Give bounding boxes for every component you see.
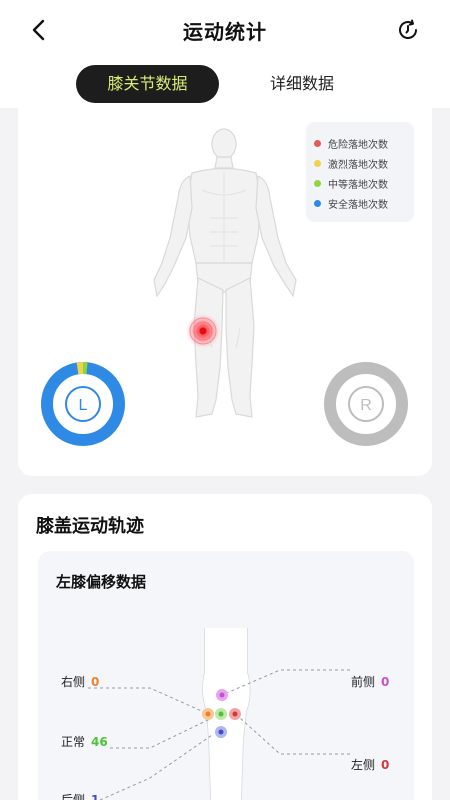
page-title: 运动统计 (183, 20, 267, 44)
legend-label: 激烈落地次数 (328, 159, 388, 171)
legend-dot (314, 139, 321, 147)
legend-label: 危险落地次数 (328, 139, 388, 151)
tab-knee-data[interactable]: 膝关节数据 (76, 65, 219, 103)
stat-right: 右侧 0 (61, 673, 99, 690)
section-title: 膝盖运动轨迹 (36, 516, 144, 537)
stat-label: 后侧 (61, 793, 86, 800)
subcard-title: 左膝偏移数据 (56, 573, 147, 591)
legend-label: 安全落地次数 (328, 199, 388, 211)
stat-front: 前侧 0 (351, 673, 389, 690)
stat-label: 前侧 (351, 675, 376, 689)
legend-dot (314, 179, 321, 187)
left-knee-ring: L (41, 362, 125, 446)
legend-item-intense: 激烈落地次数 (314, 153, 414, 173)
stat-back: 后侧 1 (61, 791, 99, 800)
stat-value: 0 (381, 758, 390, 772)
stat-label: 左侧 (351, 758, 376, 772)
legend: 危险落地次数 激烈落地次数 中等落地次数 安全落地次数 (306, 122, 414, 222)
history-icon[interactable] (396, 18, 420, 42)
legend-dot (314, 159, 321, 167)
stat-normal: 正常 46 (61, 733, 108, 750)
right-knee-ring: R (324, 362, 408, 446)
stat-label: 正常 (61, 735, 86, 749)
legend-item-safe: 安全落地次数 (314, 193, 414, 213)
legend-item-medium: 中等落地次数 (314, 173, 414, 193)
stat-value: 1 (91, 793, 100, 800)
stat-value: 0 (381, 675, 390, 689)
left-ring-label: L (79, 397, 88, 414)
legend-label: 中等落地次数 (328, 179, 388, 191)
stat-value: 0 (91, 675, 100, 689)
tab-detail-data[interactable]: 详细数据 (252, 65, 352, 103)
legend-dot (314, 199, 321, 207)
right-ring-label: R (360, 397, 372, 414)
body-figure-illustration (153, 128, 297, 418)
stat-label: 右侧 (61, 675, 86, 689)
stat-left: 左侧 0 (351, 756, 389, 773)
stat-value: 46 (91, 735, 108, 749)
legend-item-danger: 危险落地次数 (314, 133, 414, 153)
